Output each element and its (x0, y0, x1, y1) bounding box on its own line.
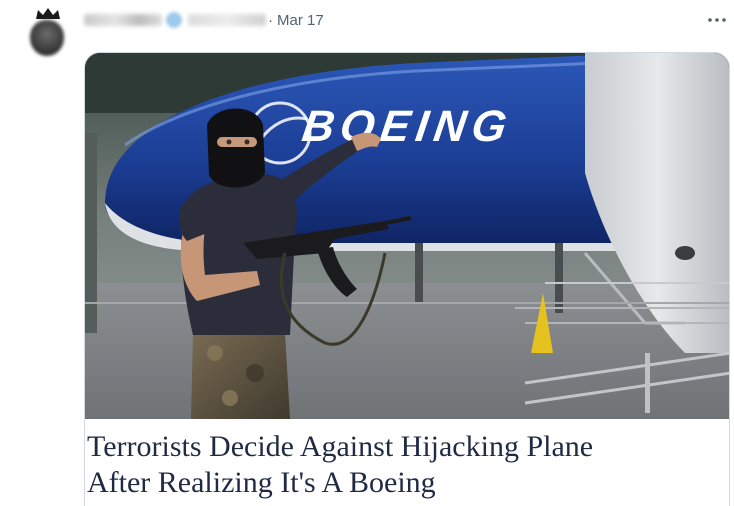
avatar-image (30, 20, 64, 56)
meme-caption: Terrorists Decide Against Hijacking Plan… (87, 429, 727, 501)
crown-icon (36, 8, 60, 19)
media-card[interactable]: BOEING Terrorists Decide Against Hijacki… (84, 52, 730, 506)
tweet-date[interactable]: Mar 17 (277, 12, 324, 29)
verified-badge-icon (166, 12, 182, 28)
boeing-wordmark: BOEING (299, 102, 515, 151)
caption-line-2: After Realizing It's A Boeing (87, 466, 436, 499)
caption-line-1: Terrorists Decide Against Hijacking Plan… (87, 430, 594, 463)
more-horizontal-icon[interactable] (706, 10, 728, 30)
display-name-redacted[interactable] (84, 14, 162, 26)
avatar[interactable] (24, 8, 72, 56)
tweet[interactable]: · Mar 17 BOEING Terrorists Decide Agains… (0, 0, 734, 506)
separator-dot: · (268, 11, 273, 29)
tweet-header: · Mar 17 (84, 10, 324, 30)
username-redacted[interactable] (188, 14, 266, 26)
meme-photo[interactable]: BOEING (85, 53, 730, 419)
